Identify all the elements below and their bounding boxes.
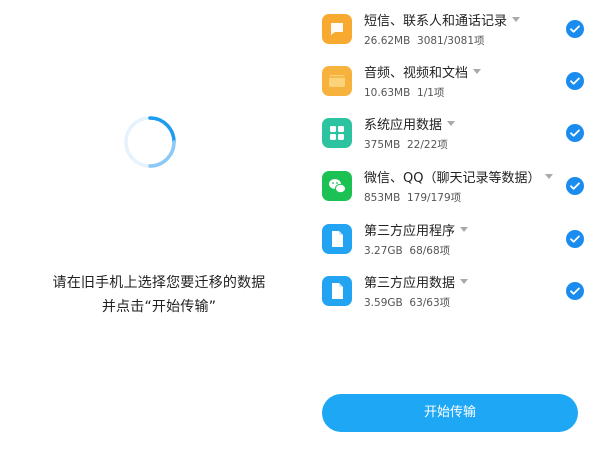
left-panel: 请在旧手机上选择您要迁移的数据 并点击“开始传输” bbox=[0, 0, 300, 450]
data-item-meta: 3.27GB 68/68项 bbox=[364, 245, 451, 257]
folder-icon bbox=[322, 66, 352, 96]
loading-spinner-icon bbox=[124, 116, 176, 168]
data-item-meta: 26.62MB 3081/3081项 bbox=[364, 35, 485, 47]
caret-down-icon[interactable] bbox=[545, 174, 554, 179]
data-item-title: 第三方应用程序 bbox=[364, 224, 469, 240]
checkbox-checked-icon[interactable] bbox=[566, 20, 584, 38]
data-item-meta: 853MB 179/179项 bbox=[364, 192, 462, 204]
caret-down-icon[interactable] bbox=[460, 279, 469, 284]
data-item-title: 系统应用数据 bbox=[364, 118, 456, 134]
checkbox-checked-icon[interactable] bbox=[566, 282, 584, 300]
data-item-title: 第三方应用数据 bbox=[364, 276, 469, 292]
checkbox-checked-icon[interactable] bbox=[566, 177, 584, 195]
data-item-system-apps[interactable]: 系统应用数据 375MB 22/22项 bbox=[300, 118, 600, 170]
instruction-line-2: 并点击“开始传输” bbox=[101, 299, 217, 315]
data-item-meta: 3.59GB 63/63项 bbox=[364, 297, 451, 309]
data-item-meta: 10.63MB 1/1项 bbox=[364, 87, 445, 99]
caret-down-icon[interactable] bbox=[460, 227, 469, 232]
start-transfer-button[interactable]: 开始传输 bbox=[322, 394, 578, 432]
data-item-third-party-apps[interactable]: 第三方应用程序 3.27GB 68/68项 bbox=[300, 224, 600, 276]
data-selection-panel: 短信、联系人和通话记录 26.62MB 3081/3081项 音频、视频和文档 … bbox=[300, 0, 600, 450]
apps-grid-icon bbox=[322, 118, 352, 148]
checkbox-checked-icon[interactable] bbox=[566, 230, 584, 248]
message-icon bbox=[322, 14, 352, 44]
checkbox-checked-icon[interactable] bbox=[566, 72, 584, 90]
caret-down-icon[interactable] bbox=[473, 69, 482, 74]
instruction-line-1: 请在旧手机上选择您要迁移的数据 bbox=[52, 275, 266, 291]
document-icon bbox=[322, 276, 352, 306]
data-item-sms-contacts[interactable]: 短信、联系人和通话记录 26.62MB 3081/3081项 bbox=[300, 14, 600, 66]
data-item-title: 音频、视频和文档 bbox=[364, 66, 482, 82]
caret-down-icon[interactable] bbox=[512, 17, 521, 22]
document-icon bbox=[322, 224, 352, 254]
caret-down-icon[interactable] bbox=[447, 121, 456, 126]
data-item-third-party-data[interactable]: 第三方应用数据 3.59GB 63/63项 bbox=[300, 276, 600, 328]
wechat-icon bbox=[322, 171, 352, 201]
data-item-title: 微信、QQ（聊天记录等数据） bbox=[364, 171, 554, 187]
data-item-media-docs[interactable]: 音频、视频和文档 10.63MB 1/1项 bbox=[300, 66, 600, 118]
data-item-meta: 375MB 22/22项 bbox=[364, 139, 448, 151]
data-item-wechat-qq[interactable]: 微信、QQ（聊天记录等数据） 853MB 179/179项 bbox=[300, 171, 600, 223]
data-item-title: 短信、联系人和通话记录 bbox=[364, 14, 521, 30]
checkbox-checked-icon[interactable] bbox=[566, 124, 584, 142]
